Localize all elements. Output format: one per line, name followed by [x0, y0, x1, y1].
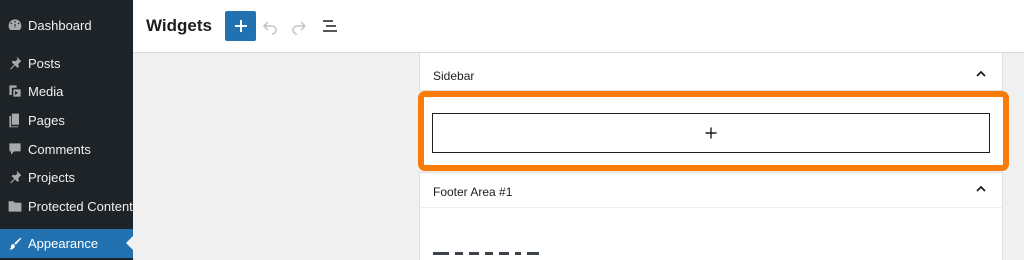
admin-sidebar: Dashboard Posts Media Pages Comments Pro…	[0, 0, 133, 260]
pages-icon	[5, 110, 25, 130]
sidebar-item-label: Pages	[28, 112, 65, 128]
sidebar-item-pages[interactable]: Pages	[0, 106, 133, 134]
folder-icon	[5, 196, 25, 216]
add-block-button[interactable]	[225, 11, 256, 41]
widget-area-footer-1: Footer Area #1	[419, 172, 1003, 260]
divider	[420, 207, 1002, 208]
sidebar-item-posts[interactable]: Posts	[0, 49, 133, 77]
sidebar-item-appearance[interactable]: Appearance	[0, 229, 133, 258]
sidebar-item-projects[interactable]: Projects	[0, 163, 133, 191]
comment-icon	[5, 139, 25, 159]
sidebar-item-label: Comments	[28, 141, 91, 157]
widget-area-sidebar: Sidebar	[419, 53, 1003, 91]
undo-button[interactable]	[259, 15, 281, 37]
sidebar-item-media[interactable]: Media	[0, 77, 133, 105]
plus-icon	[705, 127, 717, 139]
add-block-icon	[234, 20, 247, 32]
brush-icon	[5, 234, 25, 254]
sidebar-item-comments[interactable]: Comments	[0, 135, 133, 163]
list-view-button[interactable]	[319, 15, 341, 37]
pin-icon	[5, 167, 25, 187]
sidebar-item-protected-content[interactable]: Protected Content	[0, 192, 133, 220]
sidebar-item-label: Protected Content	[28, 198, 133, 214]
collapse-sidebar-button[interactable]	[974, 67, 988, 81]
sidebar-item-dashboard[interactable]: Dashboard	[0, 11, 133, 39]
sidebar-item-label: Media	[28, 83, 64, 99]
media-icon	[5, 81, 25, 101]
editor-header: Widgets	[133, 0, 1024, 53]
sidebar-item-label: Dashboard	[28, 17, 92, 33]
redo-button[interactable]	[288, 15, 310, 37]
dashboard-icon	[5, 15, 25, 35]
chevron-up-icon	[976, 70, 986, 77]
block-appender-button[interactable]	[432, 113, 990, 153]
redo-icon	[292, 21, 307, 35]
collapse-footer-button[interactable]	[974, 182, 988, 196]
undo-icon	[262, 21, 277, 35]
widget-area-title: Footer Area #1	[433, 185, 513, 199]
pin-icon	[5, 53, 25, 73]
sidebar-item-label: Appearance	[28, 236, 99, 251]
list-view-icon	[323, 20, 337, 32]
widget-area-title: Sidebar	[433, 69, 475, 83]
chevron-up-icon	[976, 185, 986, 192]
sidebar-item-label: Posts	[28, 55, 61, 71]
page-title: Widgets	[146, 16, 212, 35]
sidebar-item-label: Projects	[28, 169, 75, 185]
cut-off-heading	[433, 252, 543, 260]
